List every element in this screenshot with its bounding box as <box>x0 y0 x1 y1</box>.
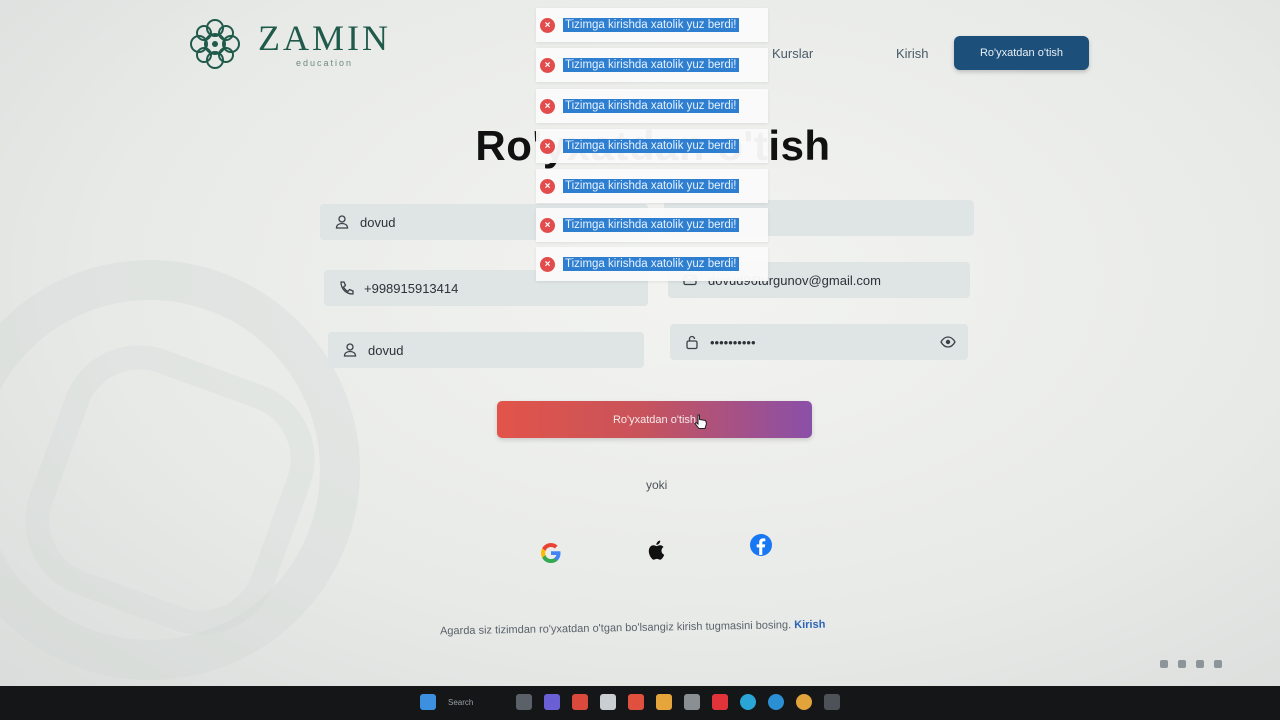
site-logo[interactable]: ZAMIN education <box>186 16 391 72</box>
password-field[interactable]: •••••••••• <box>670 324 968 360</box>
error-toast[interactable]: × Tizimga kirishda xatolik yuz berdi! <box>536 48 768 82</box>
nav-link-kirish[interactable]: Kirish <box>896 46 929 61</box>
divider-text: yoki <box>646 478 668 492</box>
logo-emblem-icon <box>186 16 244 72</box>
app-icon-diamond[interactable] <box>712 694 728 710</box>
app-icon-red[interactable] <box>572 694 588 710</box>
google-icon[interactable] <box>539 541 563 565</box>
error-icon: × <box>540 98 555 114</box>
error-toast[interactable]: × Tizimga kirishda xatolik yuz berdi! <box>536 169 768 203</box>
logo-title: ZAMIN <box>258 18 391 58</box>
app-icon-misc[interactable] <box>824 694 840 710</box>
wifi-icon[interactable] <box>1178 660 1186 668</box>
toast-message: Tizimga kirishda xatolik yuz berdi! <box>563 179 739 193</box>
pointer-cursor-icon <box>694 414 708 432</box>
login-hint: Agarda siz tizimdan ro'yxatdan o'tgan bo… <box>440 619 826 638</box>
error-icon: × <box>540 57 555 73</box>
error-toast[interactable]: × Tizimga kirishda xatolik yuz berdi! <box>536 8 768 42</box>
windows-taskbar: Search <box>0 686 1280 720</box>
error-toast[interactable]: × Tizimga kirishda xatolik yuz berdi! <box>536 208 768 242</box>
error-icon: × <box>540 217 555 233</box>
username-field[interactable]: dovud <box>328 332 644 368</box>
calendar-icon[interactable] <box>684 694 700 710</box>
help-icon[interactable] <box>740 694 756 710</box>
error-icon: × <box>540 178 555 194</box>
toast-message: Tizimga kirishda xatolik yuz berdi! <box>563 99 739 113</box>
header-register-button[interactable]: Ro'yxatdan o'tish <box>954 36 1089 70</box>
windows-start-icon[interactable] <box>420 694 436 710</box>
chrome-icon[interactable] <box>796 694 812 710</box>
volume-icon[interactable] <box>1196 660 1204 668</box>
app-icon-opera[interactable] <box>628 694 644 710</box>
phone-value: +998915913414 <box>364 280 459 296</box>
folder-icon[interactable] <box>656 694 672 710</box>
battery-icon[interactable] <box>1214 660 1222 668</box>
toast-message: Tizimga kirishda xatolik yuz berdi! <box>563 257 739 271</box>
user-icon <box>342 342 358 358</box>
file-icon[interactable] <box>600 694 616 710</box>
tray-arrow-icon[interactable] <box>1160 660 1168 668</box>
first-name-value: dovud <box>360 214 396 230</box>
error-icon: × <box>540 138 555 154</box>
error-toast[interactable]: × Tizimga kirishda xatolik yuz berdi! <box>536 129 768 163</box>
error-toast[interactable]: × Tizimga kirishda xatolik yuz berdi! <box>536 247 768 281</box>
facebook-icon[interactable] <box>749 533 773 557</box>
logo-subtitle: education <box>295 58 354 68</box>
error-toast[interactable]: × Tizimga kirishda xatolik yuz berdi! <box>536 89 768 123</box>
eye-icon[interactable] <box>940 334 956 350</box>
username-value: dovud <box>368 342 404 358</box>
toast-message: Tizimga kirishda xatolik yuz berdi! <box>563 58 739 72</box>
chat-icon[interactable] <box>544 694 560 710</box>
task-view-icon[interactable] <box>516 694 532 710</box>
user-icon <box>334 214 350 230</box>
lock-icon <box>684 334 700 350</box>
login-hint-text: Agarda siz tizimdan ro'yxatdan o'tgan bo… <box>439 619 792 638</box>
phone-icon <box>338 280 354 296</box>
browser-viewport: ZAMIN education Kurslar Kirish Ro'yxatda… <box>0 0 1280 690</box>
password-value: •••••••••• <box>710 334 756 350</box>
taskbar-search[interactable]: Search <box>448 698 504 707</box>
login-link[interactable]: Kirish <box>794 619 825 632</box>
telegram-icon[interactable] <box>768 694 784 710</box>
toast-message: Tizimga kirishda xatolik yuz berdi! <box>563 139 739 153</box>
system-tray <box>1160 660 1222 668</box>
apple-icon[interactable] <box>645 538 669 562</box>
error-icon: × <box>540 17 555 33</box>
error-icon: × <box>540 256 555 272</box>
toast-message: Tizimga kirishda xatolik yuz berdi! <box>563 218 739 232</box>
nav-link-kurslar[interactable]: Kurslar <box>772 46 813 61</box>
submit-register-button[interactable]: Ro'yxatdan o'tish <box>497 401 812 438</box>
toast-message: Tizimga kirishda xatolik yuz berdi! <box>563 18 739 32</box>
